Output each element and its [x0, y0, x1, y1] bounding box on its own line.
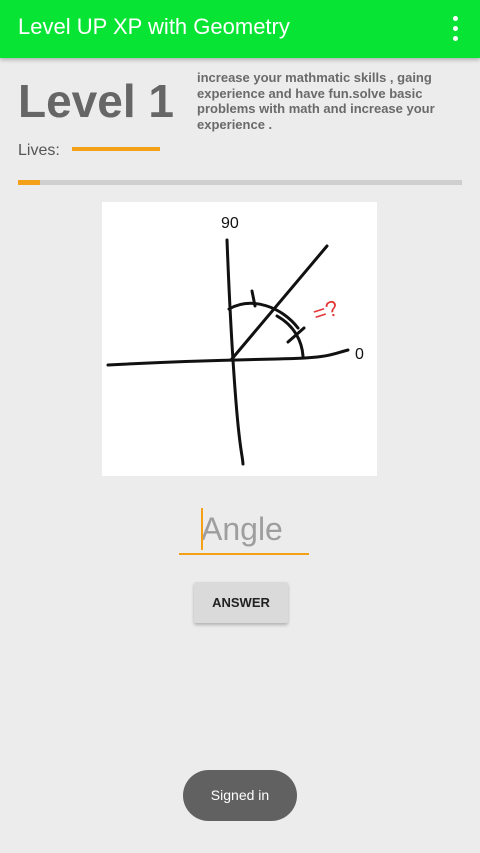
level-title: Level 1 [18, 75, 174, 127]
menu-dot [453, 36, 458, 41]
level-progress-bar [18, 180, 462, 185]
text-cursor [201, 508, 203, 550]
angle-answer-input[interactable] [179, 505, 309, 555]
angle-arc [275, 314, 305, 358]
app-title: Level UP XP with Geometry [18, 14, 290, 39]
label-unknown-angle: =? [310, 295, 342, 327]
question-image: 90 0 =? [102, 202, 377, 476]
lives-bar-fill [72, 147, 160, 151]
level-progress-fill [18, 180, 41, 185]
overflow-menu-icon[interactable] [440, 12, 470, 46]
lives-label: Lives: [18, 142, 60, 159]
menu-dot [453, 16, 458, 21]
label-0: 0 [355, 346, 364, 363]
menu-dot [453, 26, 458, 31]
toast-message: Signed in [183, 770, 297, 821]
level-description: increase your mathmatic skills , gaing e… [197, 70, 435, 132]
arc-tick-lower [286, 326, 306, 344]
app-bar: Level UP XP with Geometry [0, 0, 480, 58]
horizontal-axis [106, 348, 350, 367]
label-90: 90 [221, 215, 239, 232]
lives-bar [72, 147, 160, 151]
vertical-axis [225, 238, 245, 466]
angle-diagram: 90 0 =? [106, 215, 364, 466]
answer-button[interactable]: ANSWER [194, 582, 288, 623]
